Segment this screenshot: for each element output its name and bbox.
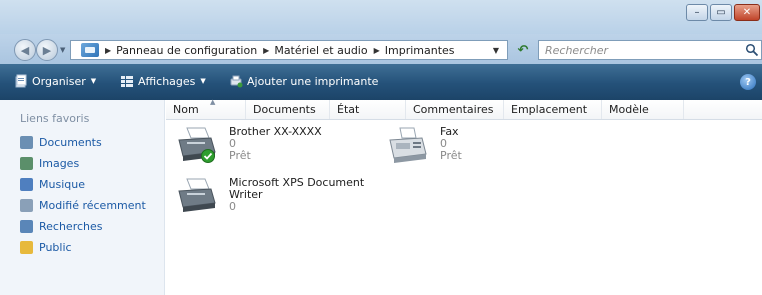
- add-printer-button[interactable]: Ajouter une imprimante: [229, 74, 378, 88]
- sidebar-item-label: Modifié récemment: [39, 199, 146, 212]
- breadcrumb-chevron-icon[interactable]: ▶: [105, 46, 111, 55]
- printer-item-brother[interactable]: Brother XX-XXXX 0 Prêt: [175, 126, 322, 166]
- column-header-label: Commentaires: [413, 103, 494, 116]
- sidebar-item-public[interactable]: Public: [20, 241, 72, 254]
- column-header-label: État: [337, 103, 360, 116]
- printer-item-xps-writer[interactable]: Microsoft XPS Document Writer 0: [175, 177, 364, 217]
- add-printer-icon: [230, 75, 243, 88]
- column-header-label: Emplacement: [511, 103, 588, 116]
- organize-menu[interactable]: Organiser ▼: [14, 74, 96, 88]
- sidebar-item-images[interactable]: Images: [20, 157, 79, 170]
- window-controls: – ▭ ✕: [686, 4, 760, 21]
- navigation-pane: Liens favoris Documents Images Musique M…: [0, 100, 165, 295]
- help-icon[interactable]: ?: [740, 74, 756, 90]
- minimize-button[interactable]: –: [686, 4, 708, 21]
- add-printer-label: Ajouter une imprimante: [247, 74, 379, 88]
- organize-label: Organiser: [32, 74, 86, 88]
- column-header-status[interactable]: État: [330, 100, 406, 119]
- pictures-icon: [20, 157, 33, 170]
- breadcrumb-chevron-icon[interactable]: ▶: [263, 46, 269, 55]
- column-header-label: Documents: [253, 103, 316, 116]
- column-header-location[interactable]: Emplacement: [504, 100, 602, 119]
- views-icon: [121, 76, 133, 87]
- title-bar: – ▭ ✕: [0, 0, 762, 34]
- column-header-comments[interactable]: Commentaires: [406, 100, 504, 119]
- breadcrumb-printers[interactable]: Imprimantes: [385, 44, 455, 57]
- breadcrumb-control-panel[interactable]: Panneau de configuration: [116, 44, 257, 57]
- back-arrow-icon: ◀: [20, 43, 30, 57]
- maximize-icon: ▭: [716, 6, 726, 18]
- forward-button[interactable]: ▶: [36, 39, 58, 61]
- printer-status: Prêt: [229, 149, 251, 162]
- sidebar-item-documents[interactable]: Documents: [20, 136, 102, 149]
- fax-icon: [389, 127, 427, 163]
- back-button[interactable]: ◀: [14, 39, 36, 61]
- column-header-label: Nom: [173, 103, 199, 116]
- recent-icon: [20, 199, 33, 212]
- refresh-icon: ↶: [517, 42, 529, 58]
- search-input[interactable]: [545, 43, 745, 57]
- printer-icon: [178, 178, 216, 212]
- address-bar[interactable]: ▶ Panneau de configuration ▶ Matériel et…: [70, 40, 508, 60]
- command-bar: Organiser ▼ Affichages ▼ Ajouter une imp…: [0, 64, 762, 100]
- recent-pages-dropdown[interactable]: ▼: [60, 46, 65, 54]
- sidebar-item-searches[interactable]: Recherches: [20, 220, 103, 233]
- breadcrumb: ▶ Panneau de configuration ▶ Matériel et…: [99, 44, 455, 57]
- printer-name-line2: Writer: [229, 188, 263, 201]
- minimize-icon: –: [694, 6, 700, 18]
- default-printer-check-icon: [201, 149, 215, 163]
- organize-caret-icon: ▼: [90, 77, 97, 85]
- column-headers: Nom ▲ Documents État Commentaires Emplac…: [166, 98, 762, 120]
- favorite-links-title: Liens favoris: [20, 112, 90, 125]
- views-label: Affichages: [138, 74, 196, 88]
- column-header-label: Modèle: [609, 103, 649, 116]
- maximize-button[interactable]: ▭: [710, 4, 732, 21]
- sidebar-item-label: Images: [39, 157, 80, 170]
- sidebar-item-label: Musique: [39, 178, 85, 191]
- views-menu[interactable]: Affichages ▼: [120, 74, 206, 88]
- sidebar-item-label: Documents: [39, 136, 102, 149]
- breadcrumb-chevron-icon[interactable]: ▶: [374, 46, 380, 55]
- printer-documents-count: 0: [229, 200, 236, 213]
- printer-name: Brother XX-XXXX: [229, 125, 322, 138]
- printer-icon: [178, 127, 216, 163]
- sidebar-item-label: Public: [39, 241, 72, 254]
- printer-status: Prêt: [440, 149, 462, 162]
- public-folder-icon: [20, 241, 33, 254]
- address-row: ◀ ▶ ▼ ▶ Panneau de configuration ▶ Matér…: [0, 34, 762, 64]
- forward-arrow-icon: ▶: [42, 43, 52, 57]
- column-header-name[interactable]: Nom ▲: [166, 98, 246, 119]
- sidebar-item-label: Recherches: [39, 220, 103, 233]
- organize-icon: [15, 74, 27, 88]
- searches-icon: [20, 220, 33, 233]
- music-icon: [20, 178, 33, 191]
- search-icon[interactable]: [745, 43, 759, 57]
- sort-ascending-icon: ▲: [210, 98, 216, 106]
- documents-icon: [20, 136, 33, 149]
- close-icon: ✕: [742, 6, 752, 18]
- sidebar-item-music[interactable]: Musique: [20, 178, 85, 191]
- sidebar-item-recently-changed[interactable]: Modifié récemment: [20, 199, 146, 212]
- close-button[interactable]: ✕: [734, 4, 760, 21]
- breadcrumb-hardware-audio[interactable]: Matériel et audio: [274, 44, 367, 57]
- refresh-button[interactable]: ↶: [510, 40, 536, 60]
- column-header-model[interactable]: Modèle: [602, 100, 684, 119]
- search-box[interactable]: [538, 40, 762, 60]
- address-dropdown-icon[interactable]: ▼: [493, 46, 499, 55]
- control-panel-icon: [81, 43, 99, 57]
- views-caret-icon: ▼: [200, 77, 206, 85]
- printer-item-fax[interactable]: Fax 0 Prêt: [386, 126, 462, 166]
- column-header-documents[interactable]: Documents: [246, 100, 330, 119]
